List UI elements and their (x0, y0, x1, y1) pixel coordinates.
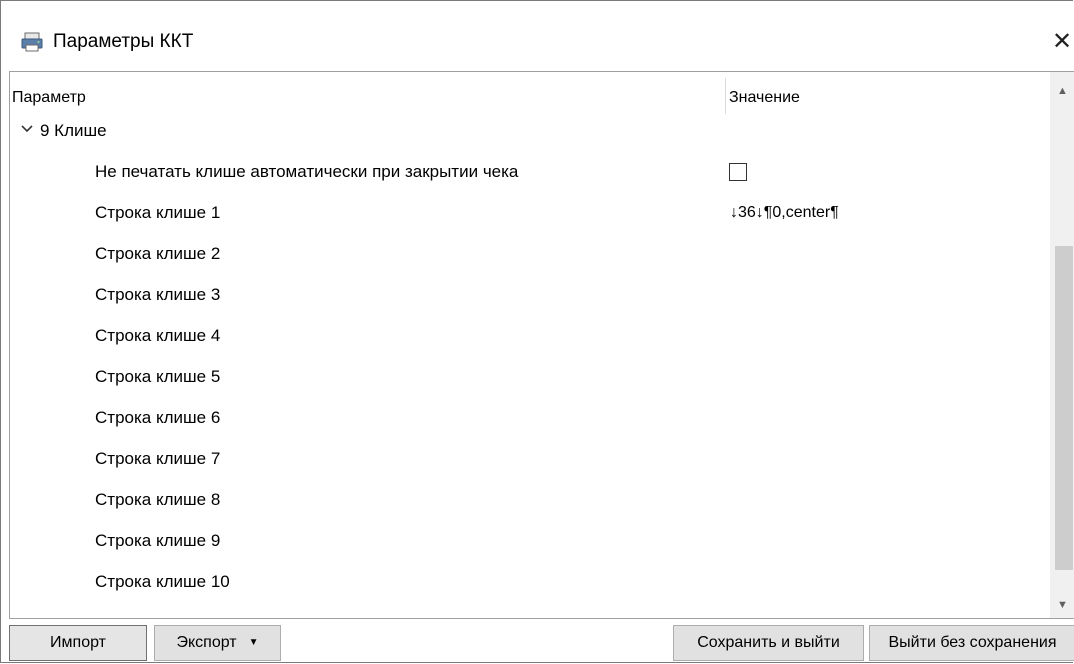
exit-without-saving-button[interactable]: Выйти без сохранения (869, 625, 1074, 661)
row-label: Строка клише 6 (95, 408, 221, 427)
scroll-down-icon[interactable]: ▼ (1050, 594, 1074, 616)
title-bar: Параметры ККТ ✕ (1, 1, 1073, 63)
grid-header: Параметр Значение (10, 72, 1050, 118)
row-label: Строка клише 1 (95, 203, 221, 222)
row-label: Строка клише 10 (95, 572, 230, 591)
no-auto-print-checkbox[interactable] (729, 163, 747, 181)
row-label: Строка клише 5 (95, 367, 221, 386)
close-button[interactable]: ✕ (1049, 27, 1074, 57)
row-label: Строка клише 3 (95, 285, 221, 304)
kkt-params-window: Параметры ККТ ✕ Параметр Значение 9 Клиш… (0, 0, 1074, 663)
dropdown-arrow-icon: ▼ (248, 637, 259, 648)
column-header-parameter[interactable]: Параметр (12, 88, 86, 108)
row-value[interactable]: ↓36↓¶0,center¶ (730, 192, 839, 233)
row-label: Не печатать клише автоматически при закр… (95, 162, 519, 181)
scroll-up-icon[interactable]: ▲ (1050, 80, 1074, 102)
row-label: Строка клише 8 (95, 490, 221, 509)
row-label: Строка клише 9 (95, 531, 221, 550)
vertical-scrollbar[interactable]: ▲ ▼ (1050, 72, 1074, 618)
column-header-value[interactable]: Значение (729, 88, 800, 108)
export-button-label: Экспорт (176, 634, 237, 652)
save-and-exit-button[interactable]: Сохранить и выйти (673, 625, 864, 661)
export-button[interactable]: Экспорт ▼ (154, 625, 281, 661)
group-label: 9 Клише (40, 121, 107, 140)
scroll-thumb[interactable] (1055, 246, 1073, 570)
column-divider[interactable] (725, 78, 726, 114)
exit-without-saving-label: Выйти без сохранения (888, 634, 1057, 651)
row-label: Строка клише 2 (95, 244, 221, 263)
save-and-exit-label: Сохранить и выйти (697, 634, 840, 651)
row-label: Строка клише 7 (95, 449, 221, 468)
import-button-label: Импорт (50, 634, 106, 651)
row-cliche-line-10[interactable]: Строка клише 10 (10, 569, 1050, 610)
printer-icon (21, 32, 43, 52)
window-title: Параметры ККТ (53, 31, 194, 52)
property-grid: Параметр Значение 9 Клише Не печатать кл… (9, 71, 1074, 619)
chevron-down-icon[interactable] (20, 122, 34, 136)
row-label: Строка клише 4 (95, 326, 221, 345)
close-icon: ✕ (1051, 28, 1073, 55)
import-button[interactable]: Импорт (9, 625, 147, 661)
